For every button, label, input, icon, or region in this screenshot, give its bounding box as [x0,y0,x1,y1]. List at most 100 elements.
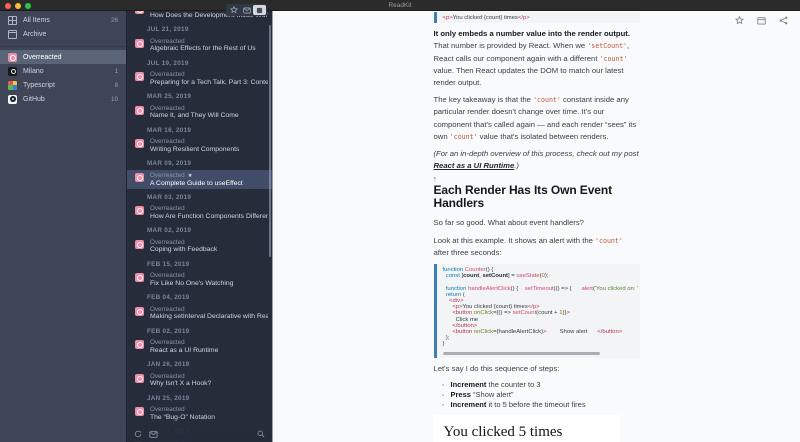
list-item: Increment it to 5 before the timeout fir… [441,399,640,410]
article-list-item[interactable]: Overreacted Making setInterval Declarativ… [127,304,272,323]
article-list-body[interactable]: OverreactedHow Does the Development Mode… [127,11,272,442]
article-item-text: Overreacted ★ A Complete Guide to useEffec… [150,172,243,189]
paragraph: (For an in-depth overview of this proces… [434,148,640,172]
overreacted-favicon [135,139,144,148]
article-item-text: Overreacted Fix Like No One's Watching [150,272,233,288]
article-list-item[interactable]: Overreacted Coping with Feedback [127,237,272,256]
refresh-button[interactable] [134,430,142,438]
sidebar-item-label: Milano [23,67,44,75]
article-feed-name: Overreacted [150,406,185,413]
archive-icon [8,29,17,39]
search-button[interactable] [257,430,265,438]
article-group: MAR 16, 2019 Overreacted Writing Resilient… [127,122,272,156]
code-token: onClick [472,329,494,336]
unread-count-badge: 10 [110,95,118,103]
code-token: Show alert [546,329,598,336]
code-token: function [445,285,467,292]
code-token: setCount [512,310,537,317]
steps-list: Increment the counter to 3 Press “Show al… [434,380,640,410]
code-token: setTimeout [524,285,554,292]
sidebar-item-archive[interactable]: Archive [0,27,126,41]
code-token: > [566,310,570,317]
mark-all-read-button[interactable] [149,430,158,438]
article-list-item[interactable]: Overreacted Algebraic Effects for the Res… [127,36,272,55]
archive-article-button[interactable] [757,13,766,28]
article-title: The “Bug-O” Notation [150,413,215,421]
overreacted-favicon [135,38,144,48]
overreacted-favicon [135,11,144,14]
sidebar-item-milano[interactable]: Milano 1 [0,64,126,78]
filter-unread-button[interactable] [240,5,253,15]
sidebar-item-all-items[interactable]: All Items 26 [0,13,126,27]
text-run: Increment [450,399,487,409]
sidebar-item-overreacted[interactable]: Overreacted [0,50,126,64]
code-token: <p> [442,15,453,21]
code-block-partial: <p>You clicked {count} times</p> [433,12,640,24]
code-token: onClick [472,310,494,317]
article-list-scrollbar[interactable] [269,25,271,257]
sidebar-item-github[interactable]: GitHub 10 [0,92,126,106]
article-feed-name: Overreacted [150,272,185,279]
article-feed-name: Overreacted [150,339,185,346]
sidebar-item-label: Typescript [23,81,55,89]
inline-code: 'count' [449,132,478,141]
grid-icon [8,15,17,25]
overreacted-favicon [135,273,144,282]
article-list-item[interactable]: Overreacted ★ A Complete Guide to useEffec… [127,169,272,189]
inline-code: 'count' [595,236,623,245]
article-list-item[interactable]: Overreacted Why Isn't X a Hook? [127,371,272,390]
article-item-text: Overreacted How Are Function Components D… [150,205,268,221]
code-token: } [442,341,445,348]
article-title: Why Isn't X a Hook? [150,380,212,387]
article-list-item[interactable]: Overreacted Name It, and They Will Come [127,103,272,122]
github-favicon [8,94,17,104]
share-button[interactable] [779,13,788,28]
refresh-icon [134,430,142,438]
code-token: ={() => [493,310,513,317]
unread-count-badge: 8 [114,81,118,89]
article-list-item[interactable]: Overreacted Fix Like No One's Watching [127,270,272,289]
reading-pane: <p>You clicked {count} times</p> It only … [273,11,800,442]
search-icon [257,430,265,438]
article-title: Name It, and They Will Come [150,112,239,119]
date-header: MAR 16, 2019 [147,126,192,134]
code-token: useState [516,273,540,280]
code-horizontal-scrollbar[interactable] [442,351,601,355]
code-token: </p> [517,15,530,21]
article-group: MAR 02, 2019 Overreacted Coping with Feedb… [127,222,272,256]
article-list-item[interactable]: OverreactedPreparing for a Tech Talk, Pa… [127,69,272,88]
overreacted-favicon [135,172,144,182]
star-article-button[interactable] [734,13,745,28]
text-run: Press [450,389,471,399]
article-list-item[interactable]: Overreacted The “Bug-O” Notation [127,404,272,423]
article-feed-name: Overreacted [150,37,185,45]
code-token: function [442,267,464,274]
inline-link[interactable]: React as a UI Runtime [434,161,515,170]
article-item-text: Overreacted The “Bug-O” Notation [150,406,215,422]
code-token: const [445,273,460,280]
article-list-item[interactable]: Overreacted Writing Resilient Components [127,136,272,155]
article-list-item[interactable]: Overreacted How Are Function Components D… [127,203,272,222]
overreacted-favicon [135,407,144,416]
article-title: React as a UI Runtime [150,346,219,354]
unread-count-badge: 26 [110,16,118,24]
milano-favicon [8,66,17,76]
article-title: Preparing for a Tech Talk, Part 3: Conte… [150,78,268,86]
sidebar-item-label: Archive [23,30,47,38]
sidebar: All Items 26 Archive Overreacted Milano 1 Typ… [0,11,127,442]
sidebar-item-label: GitHub [23,95,45,103]
article-group: MAR 25, 2019 Overreacted Name It, and They… [127,88,272,122]
filter-all-button[interactable] [253,5,266,15]
code-token: () { [485,267,494,274]
starred-icon: ★ [187,172,193,179]
envelope-icon [242,7,251,13]
overreacted-favicon [135,340,144,349]
article-list-item[interactable]: Overreacted React as a UI Runtime [127,337,272,356]
code-token: 'You clicked on: ' [594,285,639,292]
code-block: function Counter() { const [count, setCo… [433,264,640,358]
article-item-text: Overreacted Why Isn't X a Hook? [150,373,211,389]
filter-starred-button[interactable] [227,5,240,15]
sidebar-item-typescript[interactable]: Typescript 8 [0,78,126,92]
